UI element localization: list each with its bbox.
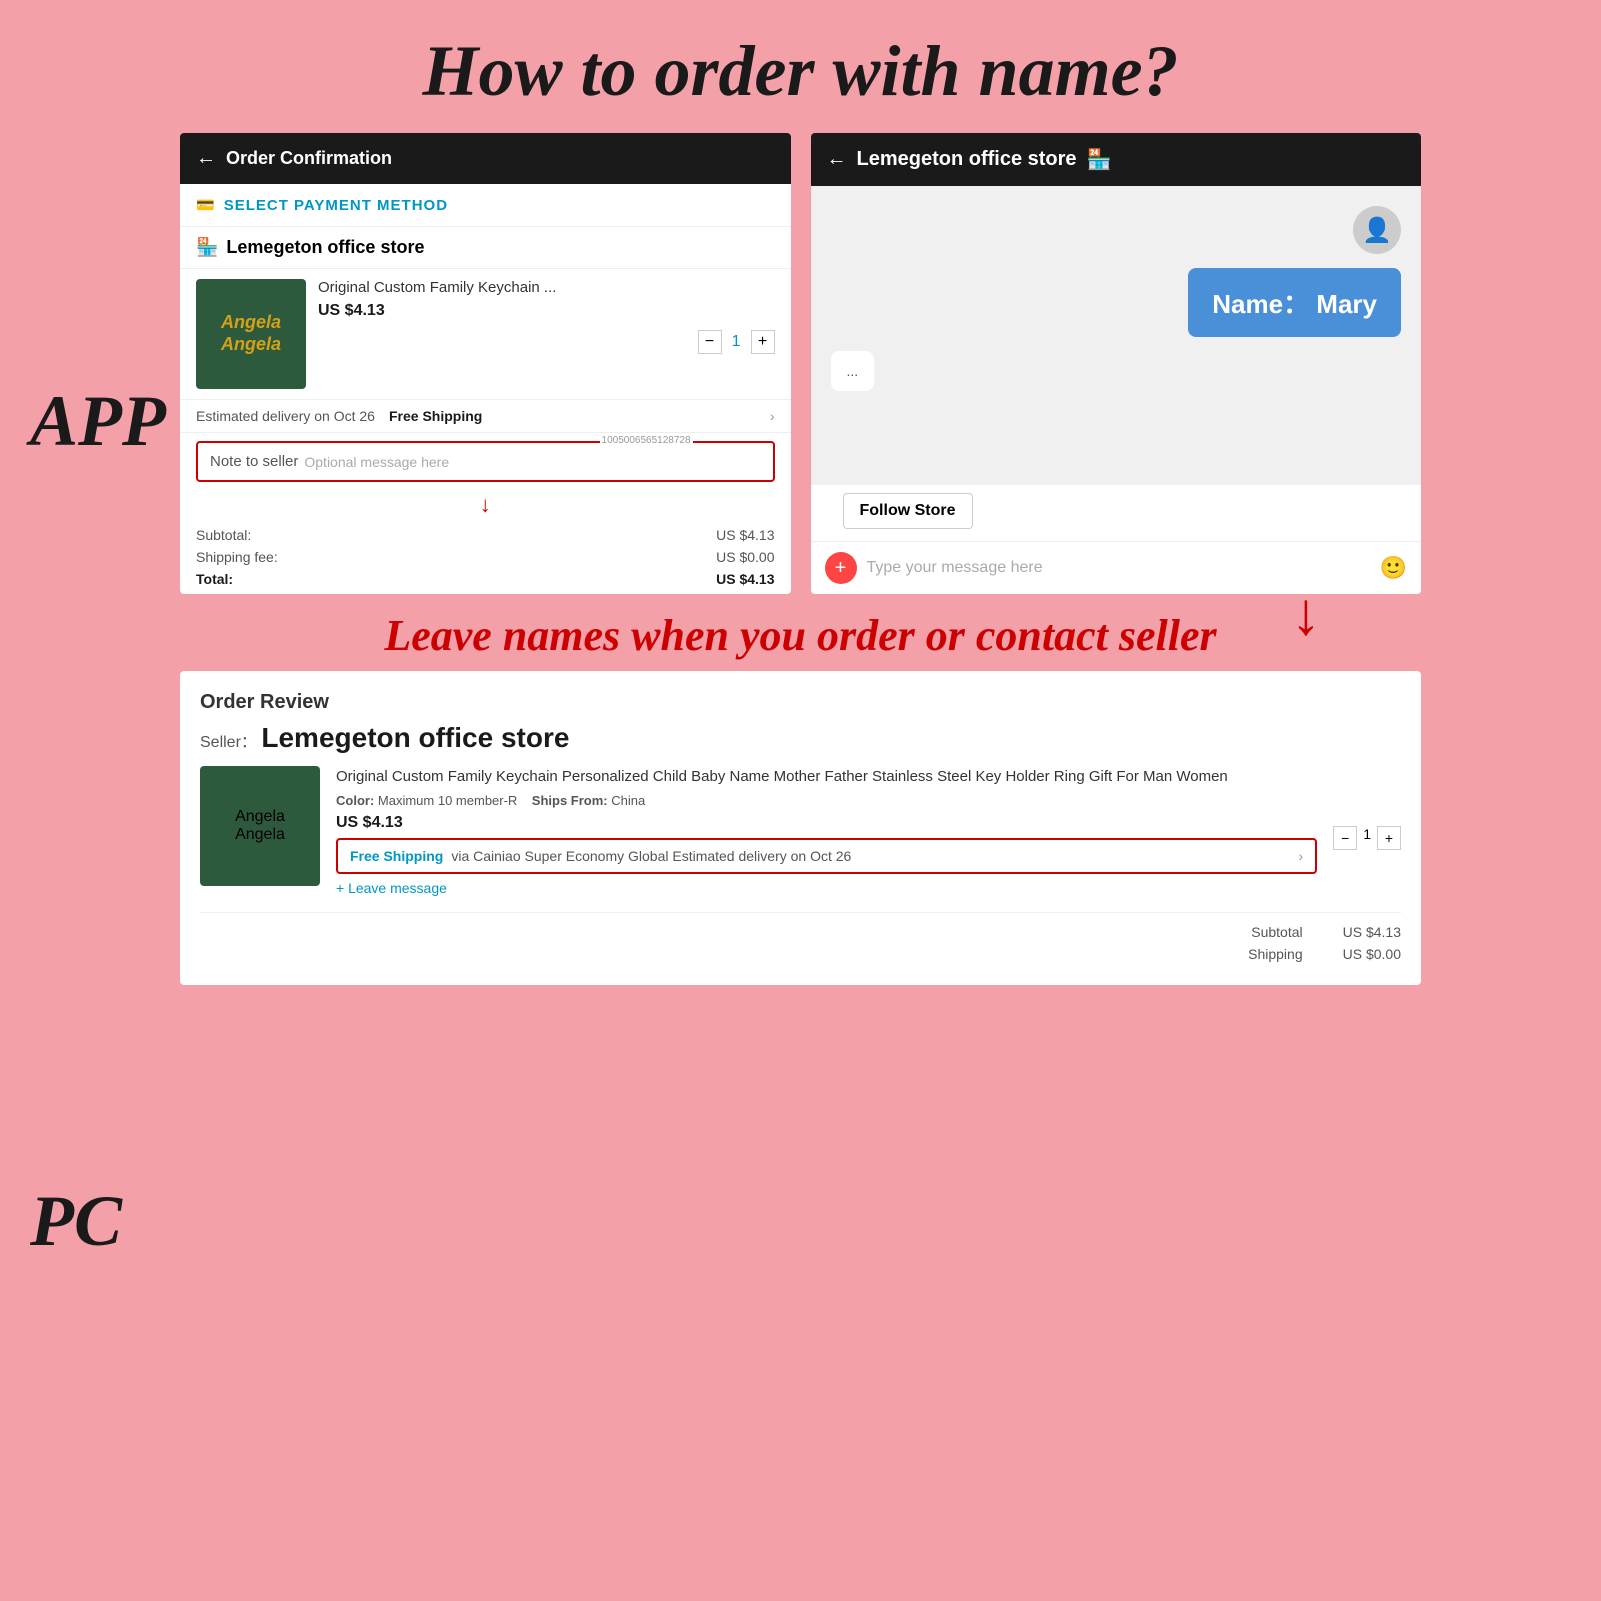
app-left-header: ← Order Confirmation <box>180 133 791 184</box>
pc-shipping-label: Shipping <box>1248 946 1303 962</box>
chat-header: ← Lemegeton office store 🏪 <box>811 133 1422 186</box>
app-label: APP <box>30 380 166 463</box>
pc-seller-row: Seller： Lemegeton office store <box>200 722 1401 754</box>
delivery-text: Estimated delivery on Oct 26 <box>196 408 375 424</box>
pc-shipping-box: Free Shipping via Cainiao Super Economy … <box>336 838 1317 874</box>
back-arrow-icon[interactable]: ← <box>196 147 216 170</box>
chat-body: 👤 Name： Mary ... <box>811 186 1422 485</box>
product-name: Original Custom Family Keychain ... <box>318 279 775 296</box>
color-label: Color: <box>336 793 374 808</box>
note-seller-placeholder: Optional message here <box>304 454 449 470</box>
qty-control: − 1 + <box>318 330 775 354</box>
seller-avatar: 👤 <box>1353 206 1401 254</box>
pc-seller-name: Lemegeton office store <box>261 722 569 753</box>
shipping-value: US $0.00 <box>716 549 774 565</box>
pc-qty-number: 1 <box>1363 826 1371 842</box>
app-right-panel: ← Lemegeton office store 🏪 👤 Name： Mary … <box>811 133 1422 594</box>
pc-leave-message-button[interactable]: + Leave message <box>336 880 1317 896</box>
arrow-down-container: ↓ <box>180 490 791 520</box>
order-id: 1005006565128728 <box>600 435 693 446</box>
store-row: 🏪 Lemegeton office store <box>180 227 791 269</box>
main-title: How to order with name? <box>0 0 1601 113</box>
pc-qty-plus-button[interactable]: + <box>1377 826 1401 850</box>
chat-back-arrow-icon[interactable]: ← <box>827 148 847 171</box>
arrow-down-icon: ↓ <box>480 492 491 518</box>
app-left-header-title: Order Confirmation <box>226 148 392 169</box>
ships-from-value: China <box>611 793 645 808</box>
subtotal-row: Subtotal: US $4.13 <box>196 524 775 546</box>
chat-plus-button[interactable]: + <box>825 552 857 584</box>
middle-text: Leave names when you order or contact se… <box>0 610 1601 661</box>
product-row: Angela Angela Original Custom Family Key… <box>180 269 791 400</box>
subtotal-label: Subtotal: <box>196 527 251 543</box>
note-seller-box[interactable]: Note to seller Optional message here 100… <box>196 441 775 482</box>
pc-shipping-chevron-icon: › <box>1299 848 1304 864</box>
product-details: Original Custom Family Keychain ... US $… <box>318 279 775 389</box>
chat-header-title: Lemegeton office store <box>857 148 1077 171</box>
payment-icon: 💳 <box>196 196 216 214</box>
qty-plus-button[interactable]: + <box>751 330 775 354</box>
pc-totals: Subtotal US $4.13 Shipping US $0.00 <box>200 912 1401 965</box>
pc-qty-minus-button[interactable]: − <box>1333 826 1357 850</box>
delivery-chevron-icon: › <box>770 408 775 424</box>
qty-number: 1 <box>732 333 741 351</box>
free-shipping-label: Free Shipping <box>389 408 482 424</box>
pc-subtotal-label: Subtotal <box>1251 924 1302 940</box>
pc-panel: Order Review Seller： Lemegeton office st… <box>180 671 1421 985</box>
response-bubble: ... <box>831 351 875 391</box>
pc-product-details: Original Custom Family Keychain Personal… <box>336 766 1317 902</box>
pc-subtotal-row: Subtotal US $4.13 <box>200 921 1401 943</box>
shipping-row: Shipping fee: US $0.00 <box>196 546 775 568</box>
keychain-text: Angela Angela <box>221 312 281 355</box>
pc-free-shipping-label: Free Shipping <box>350 848 443 864</box>
name-bubble: Name： Mary <box>1188 268 1401 337</box>
pc-product-row: Angela Angela Original Custom Family Key… <box>200 766 1401 902</box>
payment-section[interactable]: 💳 SELECT PAYMENT METHOD <box>180 184 791 227</box>
shipping-label: Shipping fee: <box>196 549 278 565</box>
product-price: US $4.13 <box>318 302 775 320</box>
pc-order-review-title: Order Review <box>200 691 1401 714</box>
pc-seller-label: Seller： <box>200 734 257 751</box>
pc-shipping-row: Shipping US $0.00 <box>200 943 1401 965</box>
big-red-arrow-icon: ↓ <box>1291 584 1321 644</box>
ships-from-label: Ships From: <box>532 793 608 808</box>
delivery-row: Estimated delivery on Oct 26 Free Shippi… <box>180 400 791 433</box>
pc-subtotal-value: US $4.13 <box>1343 924 1401 940</box>
chat-emoji-button[interactable]: 🙂 <box>1380 555 1407 581</box>
chat-input-field[interactable]: Type your message here <box>867 559 1370 577</box>
pc-label: PC <box>30 1180 122 1263</box>
total-label: Total: <box>196 571 233 587</box>
pc-qty-control: − 1 + <box>1333 766 1401 902</box>
avatar-icon: 👤 <box>1362 216 1392 245</box>
payment-label: SELECT PAYMENT METHOD <box>224 197 448 214</box>
pc-product-meta: Color: Maximum 10 member-R Ships From: C… <box>336 793 1317 808</box>
chat-store-icon: 🏪 <box>1087 147 1112 172</box>
qty-minus-button[interactable]: − <box>698 330 722 354</box>
pc-product-image: Angela Angela <box>200 766 320 886</box>
follow-store-button[interactable]: Follow Store <box>843 493 973 529</box>
pc-shipping-value: US $0.00 <box>1343 946 1401 962</box>
subtotal-value: US $4.13 <box>716 527 774 543</box>
app-left-panel: ← Order Confirmation 💳 SELECT PAYMENT ME… <box>180 133 791 594</box>
pc-shipping-detail: via Cainiao Super Economy Global Estimat… <box>451 848 851 864</box>
middle-row: Leave names when you order or contact se… <box>0 594 1601 671</box>
color-value: Maximum 10 member-R <box>378 793 517 808</box>
store-name: Lemegeton office store <box>226 237 424 258</box>
note-seller-label: Note to seller <box>210 453 298 470</box>
total-row: Total: US $4.13 <box>196 568 775 590</box>
pc-product-name: Original Custom Family Keychain Personal… <box>336 766 1317 787</box>
totals-section: Subtotal: US $4.13 Shipping fee: US $0.0… <box>180 520 791 594</box>
pc-product-price: US $4.13 <box>336 814 1317 832</box>
product-image: Angela Angela <box>196 279 306 389</box>
pc-keychain-text: Angela Angela <box>235 808 285 844</box>
store-bag-icon: 🏪 <box>196 237 218 258</box>
total-value: US $4.13 <box>716 571 774 587</box>
chat-input-row: + Type your message here 🙂 <box>811 541 1422 594</box>
